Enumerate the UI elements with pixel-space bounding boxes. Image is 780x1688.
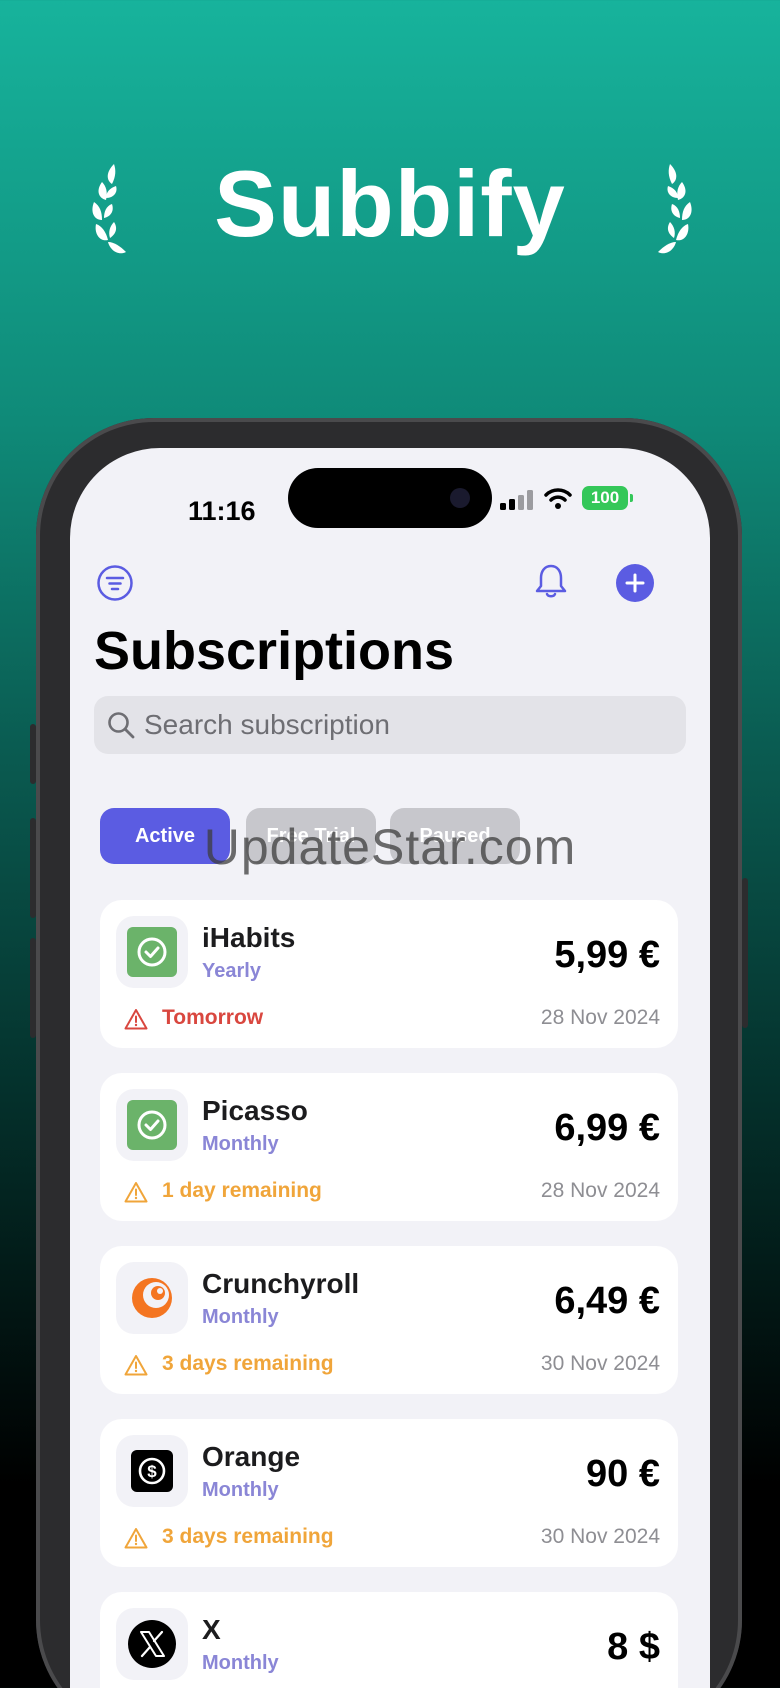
laurel-right-icon: [658, 164, 692, 254]
app-icon-tile: $: [116, 1435, 188, 1507]
app-icon-tile: [116, 1262, 188, 1334]
subscription-period: Monthly: [202, 1306, 279, 1328]
plus-icon: [625, 573, 645, 593]
camera-icon: [450, 488, 470, 508]
warning-icon: [124, 1009, 148, 1030]
renewal-date: 30 Nov 2024: [540, 1352, 660, 1375]
subscription-name: Picasso: [202, 1095, 308, 1126]
renewal-status: 1 day remaining: [162, 1179, 322, 1202]
dynamic-island: [288, 468, 492, 528]
x-logo-icon: [128, 1620, 176, 1668]
subscription-card[interactable]: Picasso Monthly 6,99 € 1 day remaining 2…: [100, 1073, 678, 1221]
subscription-card[interactable]: Crunchyroll Monthly 6,49 € 3 days remain…: [100, 1246, 678, 1394]
subscription-period: Monthly: [202, 1479, 279, 1501]
check-square-icon: [127, 1100, 177, 1150]
phone-frame: 11:16 100 Subscriptions Search subscript…: [30, 418, 748, 1688]
search-bar: [94, 696, 686, 754]
renewal-status: 3 days remaining: [162, 1352, 334, 1375]
phone-side-button: [30, 724, 36, 784]
wifi-icon: [544, 488, 572, 509]
subscription-name: Orange: [202, 1441, 301, 1472]
signal-icon: [500, 490, 533, 510]
subscription-name: Crunchyroll: [202, 1268, 360, 1299]
subscription-card[interactable]: iHabits Yearly 5,99 € Tomorrow 28 Nov 20…: [100, 900, 678, 1048]
warning-icon: [124, 1182, 148, 1203]
app-icon-tile: [116, 1608, 188, 1680]
renewal-date: 28 Nov 2024: [540, 1006, 660, 1029]
filter-icon[interactable]: [96, 564, 134, 602]
watermark: UpdateStar.com: [203, 819, 577, 875]
subscription-price: 6,99 €: [554, 1107, 660, 1149]
dollar-icon: $: [131, 1450, 173, 1492]
renewal-status: Tomorrow: [162, 1006, 264, 1029]
subscription-period: Monthly: [202, 1133, 279, 1155]
crunchyroll-icon: [132, 1278, 172, 1318]
renewal-date: 28 Nov 2024: [540, 1179, 660, 1202]
renewal-date: 30 Nov 2024: [540, 1525, 660, 1548]
app-icon-tile: [116, 916, 188, 988]
status-time: 11:16: [188, 496, 256, 526]
subscription-card[interactable]: $ Orange Monthly 90 € 3 days remaining 3…: [100, 1419, 678, 1567]
subscription-name: iHabits: [202, 922, 296, 953]
phone-side-button: [742, 878, 748, 1028]
battery-tip: [630, 494, 633, 502]
battery-indicator: 100: [582, 486, 628, 510]
subscription-period: Monthly: [202, 1652, 279, 1674]
search-icon: [108, 712, 135, 739]
subscription-price: 5,99 €: [554, 934, 660, 976]
warning-icon: [124, 1355, 148, 1376]
subscription-price: 6,49 €: [554, 1280, 660, 1322]
app-icon-tile: [116, 1089, 188, 1161]
svg-text:$: $: [147, 1462, 157, 1481]
subscription-card[interactable]: X Monthly 8 $: [100, 1592, 678, 1688]
app-screen: 11:16 100 Subscriptions Search subscript…: [70, 448, 710, 1688]
add-subscription-button[interactable]: [616, 564, 654, 602]
subscription-name: X: [202, 1614, 221, 1645]
phone-side-button: [30, 938, 36, 1038]
renewal-status: 3 days remaining: [162, 1525, 334, 1548]
subscription-price: 90 €: [586, 1453, 660, 1495]
check-square-icon: [127, 927, 177, 977]
subscription-price: 8 $: [607, 1626, 660, 1668]
search-input[interactable]: [144, 696, 674, 754]
bell-icon[interactable]: [532, 562, 570, 600]
subscription-period: Yearly: [202, 960, 261, 982]
page-title: Subscriptions: [94, 621, 455, 681]
warning-icon: [124, 1528, 148, 1549]
